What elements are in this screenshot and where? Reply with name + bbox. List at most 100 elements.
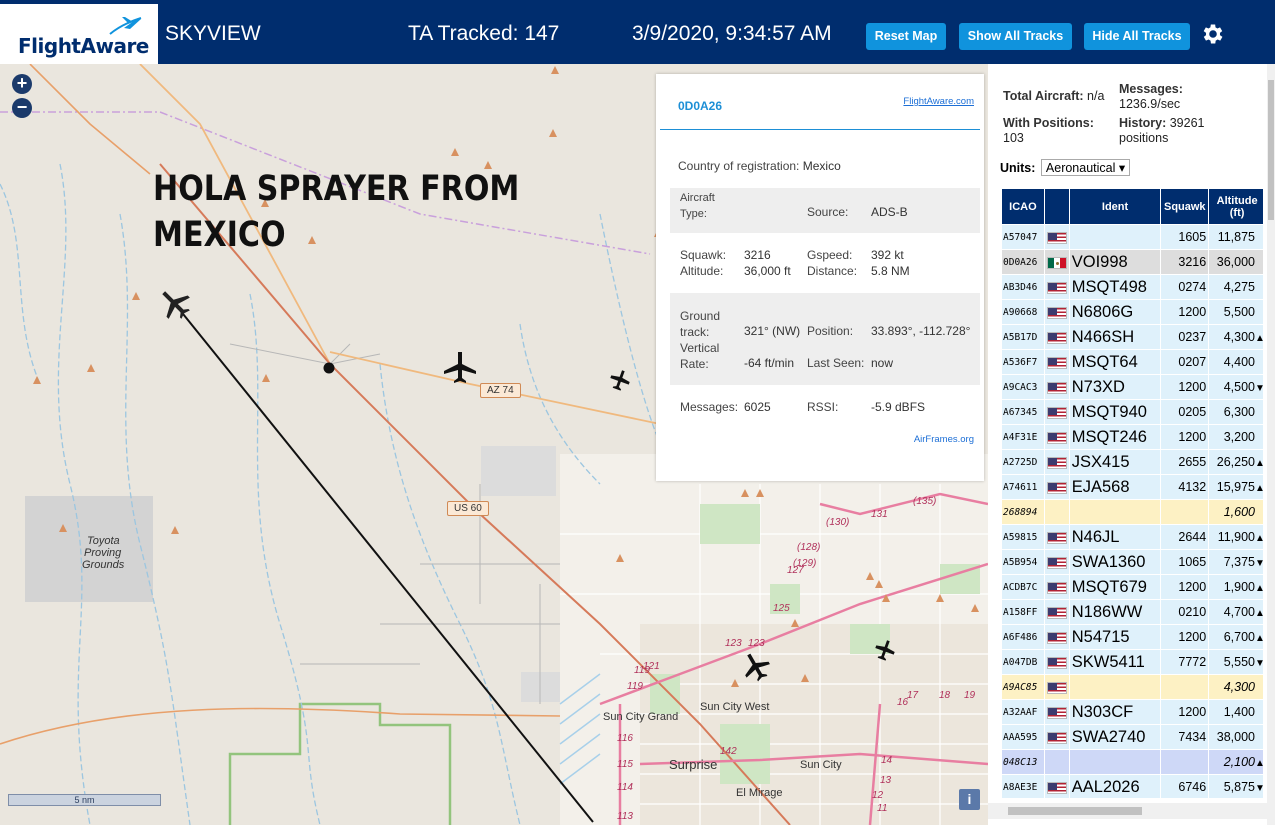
horizontal-scroll-thumb[interactable] (1008, 807, 1142, 815)
vertical-scroll-thumb[interactable] (1268, 80, 1274, 220)
table-row[interactable]: A4F31E MSQT246 1200 3,200 (1002, 425, 1263, 449)
squawk-cell: 0205 (1161, 400, 1209, 424)
show-all-tracks-button[interactable]: Show All Tracks (959, 23, 1072, 50)
flag-cell (1044, 775, 1069, 798)
gear-icon[interactable] (1200, 21, 1226, 47)
col-altitude[interactable]: Altitude (ft) (1209, 189, 1263, 224)
ident-cell (1069, 225, 1161, 249)
col-flag[interactable] (1044, 189, 1069, 224)
table-row[interactable]: AAA595 SWA2740 7434 38,000 (1002, 725, 1263, 749)
table-row[interactable]: A9CAC3 N73XD 1200 4,500▼ (1002, 375, 1263, 399)
flag-cell (1044, 350, 1069, 374)
zoom-out-button[interactable]: − (12, 98, 32, 118)
table-row[interactable]: A047DB SKW5411 7772 5,550▼ (1002, 650, 1263, 674)
flag-cell (1044, 250, 1069, 274)
flag-cell (1044, 700, 1069, 724)
ident-cell: SWA1360 (1069, 550, 1161, 574)
us-flag-icon (1046, 656, 1067, 669)
col-squawk[interactable]: Squawk (1161, 189, 1209, 224)
ident-cell: N46JL (1069, 525, 1161, 549)
flag-cell (1044, 475, 1069, 499)
squawk-cell: 2644 (1161, 525, 1209, 549)
table-row[interactable]: 268894 1,600 (1002, 500, 1263, 524)
table-row[interactable]: ACDB7C MSQT679 1200 1,900▲ (1002, 575, 1263, 599)
icao-cell: A67345 (1002, 400, 1044, 424)
flightaware-link[interactable]: FlightAware.com (903, 96, 974, 107)
table-row[interactable]: A536F7 MSQT64 0207 4,400 (1002, 350, 1263, 374)
table-row[interactable]: A67345 MSQT940 0205 6,300 (1002, 400, 1263, 424)
table-row[interactable]: 0D0A26 VOI998 3216 36,000 (1002, 250, 1263, 274)
altitude-trend-icon: ▼ (1255, 783, 1263, 794)
receiver-marker (323, 362, 335, 374)
route-number-label: 11 (877, 803, 887, 814)
table-row[interactable]: A90668 N6806G 1200 5,500 (1002, 300, 1263, 324)
altitude-label: Altitude: (680, 264, 724, 278)
table-row[interactable]: A5B954 SWA1360 1065 7,375▼ (1002, 550, 1263, 574)
table-row[interactable]: 048C13 2,100▲ (1002, 750, 1263, 774)
aircraft-type-label: Aircraft Type: (680, 192, 715, 220)
table-row[interactable]: A9AC85 4,300 (1002, 675, 1263, 699)
us-flag-icon (1046, 231, 1067, 244)
altitude-cell: 36,000 (1209, 250, 1263, 274)
icao-cell: A8AE3E (1002, 775, 1044, 798)
vertical-rate-value: -64 ft/min (744, 356, 795, 370)
table-row[interactable]: A158FF N186WW 0210 4,700▲ (1002, 600, 1263, 624)
route-number-label: 13 (880, 775, 892, 786)
chevron-down-icon: ▾ (1118, 161, 1126, 175)
table-row[interactable]: AB3D46 MSQT498 0274 4,275 (1002, 275, 1263, 299)
altitude-cell: 4,400 (1209, 350, 1263, 374)
hide-all-tracks-button[interactable]: Hide All Tracks (1084, 23, 1190, 50)
ground-track-value: 321° (NW) (744, 324, 801, 338)
flightaware-logo[interactable]: FlightAware (0, 4, 158, 64)
squawk-cell: 1200 (1161, 700, 1209, 724)
position-label: Position: (807, 324, 854, 338)
col-icao[interactable]: ICAO (1002, 189, 1044, 224)
map-info-button[interactable]: i (959, 789, 980, 810)
table-row[interactable]: A5B17D N466SH 0237 4,300▲ (1002, 325, 1263, 349)
altitude-value: 36,000 ft (744, 264, 791, 278)
place-label: Surprise (669, 757, 718, 772)
icao-cell: A32AAF (1002, 700, 1044, 724)
place-label: Toyota (87, 535, 120, 547)
table-row[interactable]: A59815 N46JL 2644 11,900▲ (1002, 525, 1263, 549)
route-number-label: 119 (627, 681, 643, 692)
route-number-label: 116 (617, 733, 633, 744)
ident-cell: AAL2026 (1069, 775, 1161, 798)
col-ident[interactable]: Ident (1069, 189, 1161, 224)
route-number-label: 18 (939, 690, 951, 701)
table-row[interactable]: A8AE3E AAL2026 6746 5,875▼ (1002, 775, 1263, 798)
table-row[interactable]: A74611 EJA568 4132 15,975▲ (1002, 475, 1263, 499)
place-label: Sun City West (700, 701, 770, 713)
reset-map-button[interactable]: Reset Map (866, 23, 946, 50)
flag-cell (1044, 675, 1069, 699)
altitude-trend-icon: ▲ (1255, 583, 1263, 594)
squawk-cell: 1200 (1161, 425, 1209, 449)
place-label: Grounds (82, 559, 125, 571)
us-flag-icon (1046, 581, 1067, 594)
route-number-label: 142 (720, 746, 737, 757)
zoom-in-button[interactable]: + (12, 74, 32, 94)
altitude-trend-icon: ▼ (1255, 558, 1263, 569)
altitude-cell: 26,250▲ (1209, 450, 1263, 474)
units-select[interactable]: Aeronautical ▾ (1040, 159, 1131, 176)
ident-cell: EJA568 (1069, 475, 1161, 499)
us-flag-icon (1046, 606, 1067, 619)
rssi-value: -5.9 dBFS (871, 400, 926, 414)
table-row[interactable]: A57047 1605 11,875 (1002, 225, 1263, 249)
route-number-label: 127 (787, 565, 804, 576)
us-flag-icon (1046, 681, 1067, 694)
us-flag-icon (1046, 731, 1067, 744)
us-flag-icon (1046, 381, 1067, 394)
table-row[interactable]: A32AAF N303CF 1200 1,400 (1002, 700, 1263, 724)
table-row[interactable]: A2725D JSX415 2655 26,250▲ (1002, 450, 1263, 474)
squawk-cell (1161, 675, 1209, 699)
ident-cell (1069, 750, 1161, 774)
airframes-link[interactable]: AirFrames.org (914, 434, 974, 445)
us-flag-icon (1046, 331, 1067, 344)
annotation-line-1: HOLA SPRAYER FROM (153, 169, 520, 209)
table-row[interactable]: A6F486 N54715 1200 6,700▲ (1002, 625, 1263, 649)
us-flag-icon (1046, 556, 1067, 569)
squawk-cell: 1200 (1161, 575, 1209, 599)
flag-cell (1044, 725, 1069, 749)
altitude-trend-icon: ▼ (1255, 658, 1263, 669)
